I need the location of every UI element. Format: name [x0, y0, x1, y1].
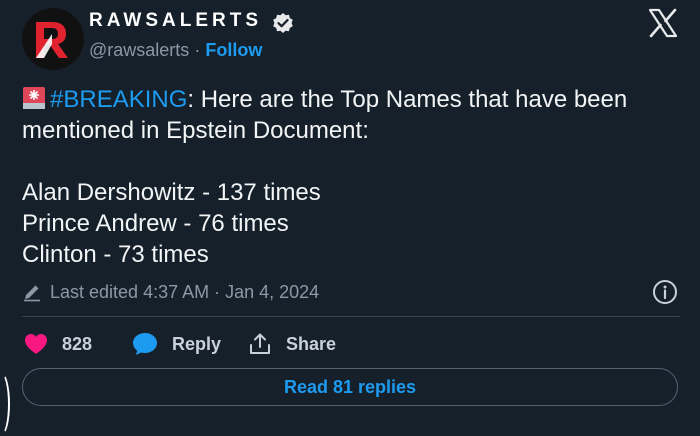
- name-line: Prince Andrew - 76 times: [22, 210, 289, 237]
- reply-bubble-icon: [133, 333, 157, 355]
- heart-icon: [25, 334, 47, 354]
- handle[interactable]: @rawsalerts: [89, 40, 189, 60]
- display-name[interactable]: RAWSALERTS: [89, 10, 262, 32]
- divider: [22, 316, 680, 317]
- tweet-embed-card: RAWSALERTS @rawsalerts · Follow #BREAKIN…: [0, 0, 700, 436]
- edge-artifact: [0, 372, 10, 436]
- read-replies-button[interactable]: Read 81 replies: [22, 368, 678, 406]
- share-button[interactable]: Share: [248, 330, 336, 358]
- edited-timestamp[interactable]: Last edited 4:37 AM · Jan 4, 2024: [50, 282, 319, 303]
- follow-button[interactable]: Follow: [205, 40, 262, 60]
- like-count: 828: [62, 333, 93, 354]
- rawsalerts-logo-icon: [22, 8, 84, 70]
- share-icon: [250, 333, 270, 354]
- hashtag-breaking[interactable]: #BREAKING: [50, 86, 187, 113]
- verified-badge-icon: [273, 13, 293, 33]
- edit-timestamp-row[interactable]: Last edited 4:37 AM · Jan 4, 2024: [22, 280, 319, 304]
- name-line: Clinton - 73 times: [22, 241, 209, 268]
- name-line: Alan Dershowitz - 137 times: [22, 179, 321, 206]
- reply-label: Reply: [172, 333, 222, 354]
- reply-button[interactable]: Reply: [132, 330, 221, 358]
- handle-row: @rawsalerts · Follow: [89, 40, 262, 61]
- like-button[interactable]: 828: [24, 330, 92, 358]
- x-logo-icon[interactable]: [648, 8, 678, 38]
- avatar[interactable]: [22, 8, 84, 70]
- separator: ·: [194, 40, 201, 60]
- tweet-text-part: : Here are the Top Names that have been: [187, 86, 628, 113]
- siren-icon: [23, 87, 45, 109]
- pencil-icon: [24, 285, 40, 302]
- tweet-line-2: mentioned in Epstein Document:: [22, 117, 369, 144]
- share-label: Share: [286, 333, 337, 354]
- tweet-line-1: #BREAKING: Here are the Top Names that h…: [22, 84, 682, 115]
- tweet-text: #BREAKING: Here are the Top Names that h…: [22, 84, 682, 270]
- info-icon[interactable]: [652, 279, 678, 305]
